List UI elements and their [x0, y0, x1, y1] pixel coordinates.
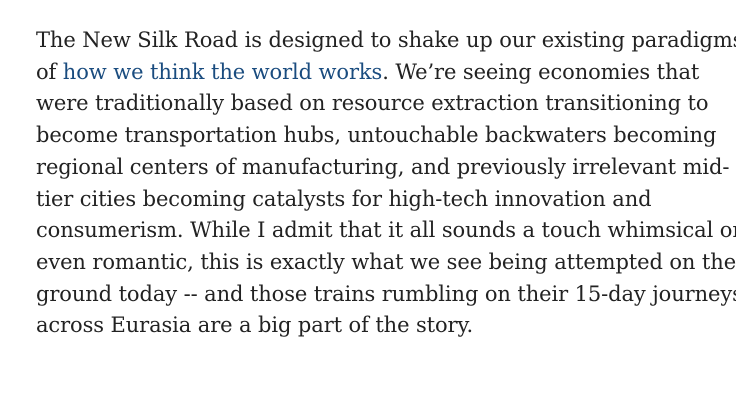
paragraph-text: ground today -- and those trains rumblin… — [36, 281, 736, 306]
paragraph-line: across Eurasia are a big part of the sto… — [36, 310, 716, 342]
paragraph-text: of — [36, 59, 63, 84]
paragraph-line: consumerism. While I admit that it all s… — [36, 215, 736, 247]
paragraph-text: tier cities becoming catalysts for high-… — [36, 186, 652, 211]
paragraph-line: ground today -- and those trains rumblin… — [36, 279, 736, 311]
paragraph-text: across Eurasia are a big part of the sto… — [36, 313, 474, 338]
paragraph-text: become transportation hubs, untouchable … — [36, 123, 717, 148]
paragraph-line: even romantic, this is exactly what we s… — [36, 247, 736, 279]
paragraph-line: were traditionally based on resource ext… — [36, 88, 716, 120]
paragraph-line: of how we think the world works. We’re s… — [36, 57, 716, 89]
paragraph-line: The New Silk Road is designed to shake u… — [36, 25, 736, 57]
paragraph-text: The New Silk Road is designed to shake u… — [36, 28, 736, 52]
paragraph-text: even romantic, this is exactly what we s… — [36, 249, 736, 274]
paragraph-line: regional centers of manufacturing, and p… — [36, 152, 729, 184]
paragraph-text: . We’re seeing economies that — [382, 59, 700, 84]
paragraph-text: regional centers of manufacturing, and p… — [36, 154, 730, 179]
paragraph-line: become transportation hubs, untouchable … — [36, 120, 716, 152]
paragraph-line: tier cities becoming catalysts for high-… — [36, 184, 716, 216]
article-paragraph: The New Silk Road is designed to shake u… — [36, 25, 736, 342]
paragraph-text: were traditionally based on resource ext… — [36, 91, 709, 116]
paragraph-text: consumerism. While I admit that it all s… — [36, 218, 736, 243]
inline-article-link[interactable]: how we think the world works — [63, 60, 383, 84]
